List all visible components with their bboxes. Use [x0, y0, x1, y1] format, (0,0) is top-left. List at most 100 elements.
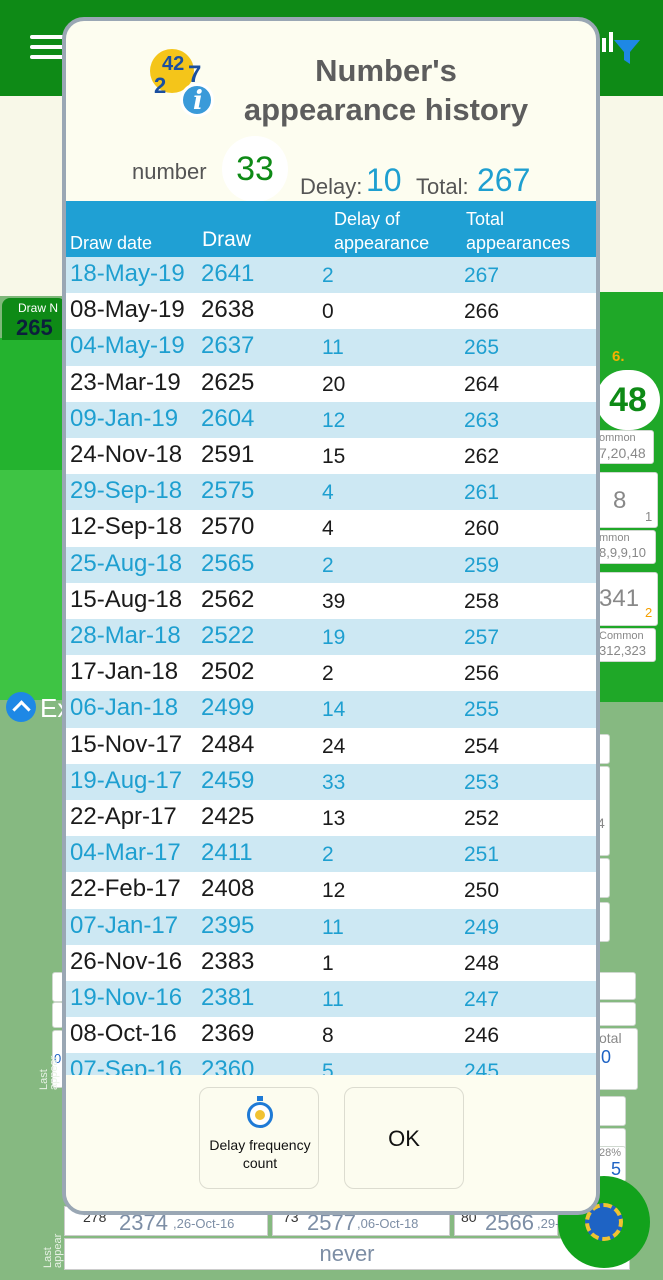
collapse-icon[interactable] [6, 692, 36, 722]
stat-card [596, 972, 636, 1000]
table-row[interactable]: 29-Sep-18 2575 4 261 [66, 474, 596, 511]
card-label: Common [599, 630, 644, 642]
row-total: 246 [464, 1024, 500, 1048]
table-row[interactable]: 19-Aug-17 2459 33 253 [66, 763, 596, 800]
row-total: 254 [464, 734, 500, 758]
row-delay: 1 [322, 951, 334, 975]
side-label: appear [48, 1055, 60, 1090]
table-row[interactable]: 08-May-19 2638 0 266 [66, 293, 596, 330]
table-row[interactable]: 07-Sep-16 2360 5 245 [66, 1053, 596, 1075]
row-total: 264 [464, 372, 500, 396]
number-ball[interactable]: 48 [596, 370, 660, 430]
row-delay: 13 [322, 807, 346, 830]
table-row[interactable]: 18-May-19 2641 2 267 [66, 257, 596, 294]
row-draw: 2604 [201, 404, 255, 432]
cell-date: ,29- [537, 1216, 560, 1231]
common-card: mmon 8,9,9,10 [596, 530, 656, 564]
row-total: 261 [464, 481, 500, 505]
row-draw: 2484 [201, 730, 255, 758]
card-value: 312,323 [599, 643, 646, 658]
column-draw-date: Draw date [70, 233, 153, 253]
ok-button[interactable]: OK [344, 1087, 464, 1189]
card-value: 8,9,9,10 [599, 545, 646, 560]
card-value: 0 [601, 1047, 612, 1067]
table-row[interactable]: 06-Jan-18 2499 14 255 [66, 691, 596, 728]
cell-date: ,06-Oct-18 [357, 1216, 419, 1231]
row-total: 260 [464, 517, 500, 541]
cell-date: ,26-Oct-16 [173, 1216, 235, 1231]
row-draw: 2499 [201, 694, 255, 722]
number-label: number [132, 159, 207, 184]
table-row[interactable]: 28-Mar-18 2522 19 257 [66, 619, 596, 656]
table-row[interactable]: 15-Nov-17 2484 24 254 [66, 727, 596, 764]
row-delay: 0 [322, 300, 334, 324]
table-row[interactable]: 25-Aug-18 2565 2 259 [66, 546, 596, 583]
row-delay: 12 [322, 879, 346, 903]
draw-number-badge: Draw N 265 [2, 298, 66, 340]
row-date: 28-Mar-18 [70, 622, 181, 649]
row-total: 250 [464, 879, 500, 903]
row-date: 22-Apr-17 [70, 803, 177, 830]
never-label: never [64, 1238, 630, 1270]
table-row[interactable]: 09-Jan-19 2604 12 263 [66, 401, 596, 438]
row-total: 252 [464, 807, 500, 830]
table-row[interactable]: 24-Nov-18 2591 15 262 [66, 438, 596, 475]
row-date: 08-Oct-16 [70, 1020, 177, 1048]
row-draw: 2570 [201, 513, 255, 541]
table-row[interactable]: 07-Jan-17 2395 11 249 [66, 908, 596, 945]
row-draw: 2638 [201, 296, 255, 324]
table-row[interactable]: 15-Aug-18 2562 39 258 [66, 582, 596, 619]
row-draw: 2381 [201, 984, 255, 1011]
row-delay: 5 [322, 1060, 334, 1075]
table-row[interactable]: 17-Jan-18 2502 2 256 [66, 655, 596, 692]
row-date: 26-Nov-16 [70, 947, 183, 975]
menu-icon[interactable] [30, 35, 64, 59]
row-date: 04-Mar-17 [70, 839, 181, 867]
row-date: 09-Jan-19 [70, 404, 179, 432]
row-date: 29-Sep-18 [70, 477, 183, 505]
row-date: 19-Nov-16 [70, 984, 183, 1011]
row-delay: 12 [322, 408, 346, 432]
row-date: 07-Sep-16 [70, 1056, 183, 1075]
table-row[interactable]: 23-Mar-19 2625 20 264 [66, 365, 596, 402]
row-draw: 2383 [201, 947, 255, 975]
table-row[interactable]: 04-Mar-17 2411 2 251 [66, 836, 596, 873]
row-draw: 2625 [201, 368, 255, 396]
row-delay: 15 [322, 445, 346, 468]
filter-icon[interactable] [600, 26, 644, 70]
column-draw: Draw [202, 228, 252, 251]
table-row[interactable]: 22-Apr-17 2425 13 252 [66, 800, 596, 837]
count-card: 8 1 [596, 472, 658, 528]
common-card: ommon 7,20,48 [596, 430, 654, 464]
delay-value: 10 [366, 162, 402, 198]
table-row[interactable]: 22-Feb-17 2408 12 250 [66, 872, 596, 909]
count-card: 341 2 [596, 572, 658, 626]
card-value: 8 [613, 487, 627, 514]
row-draw: 2369 [201, 1020, 255, 1048]
row-total: 245 [464, 1060, 500, 1075]
row-date: 12-Sep-18 [70, 513, 183, 541]
row-draw: 2641 [201, 260, 255, 287]
card-label: 28% [599, 1147, 622, 1159]
history-table[interactable]: 18-May-19 2641 2 267 08-May-19 2638 0 266 04-May… [66, 257, 596, 1075]
column-delay-line2: appearance [334, 233, 430, 253]
row-delay: 8 [322, 1024, 334, 1048]
row-total: 247 [464, 988, 500, 1011]
table-row[interactable]: 08-Oct-16 2369 8 246 [66, 1017, 596, 1054]
app-logo-icon: 42 2 7 [150, 47, 220, 119]
row-total: 265 [464, 336, 500, 360]
row-date: 24-Nov-18 [70, 441, 183, 468]
table-row[interactable]: 19-Nov-16 2381 11 247 [66, 981, 596, 1018]
row-delay: 33 [322, 770, 346, 794]
row-delay: 2 [322, 553, 334, 577]
appearance-history-dialog: 42 2 7 Number's appearance history numbe… [62, 17, 600, 1215]
row-delay: 39 [322, 589, 346, 613]
row-delay: 24 [322, 734, 346, 758]
card-subvalue: 1 [645, 509, 653, 524]
table-row[interactable]: 12-Sep-18 2570 4 260 [66, 510, 596, 547]
delay-frequency-button[interactable]: Delay frequency count [199, 1087, 319, 1189]
card-label: mmon [599, 532, 630, 544]
table-row[interactable]: 26-Nov-16 2383 1 248 [66, 944, 596, 981]
dialog-footer: Delay frequency count OK [66, 1075, 596, 1211]
table-row[interactable]: 04-May-19 2637 11 265 [66, 329, 596, 366]
